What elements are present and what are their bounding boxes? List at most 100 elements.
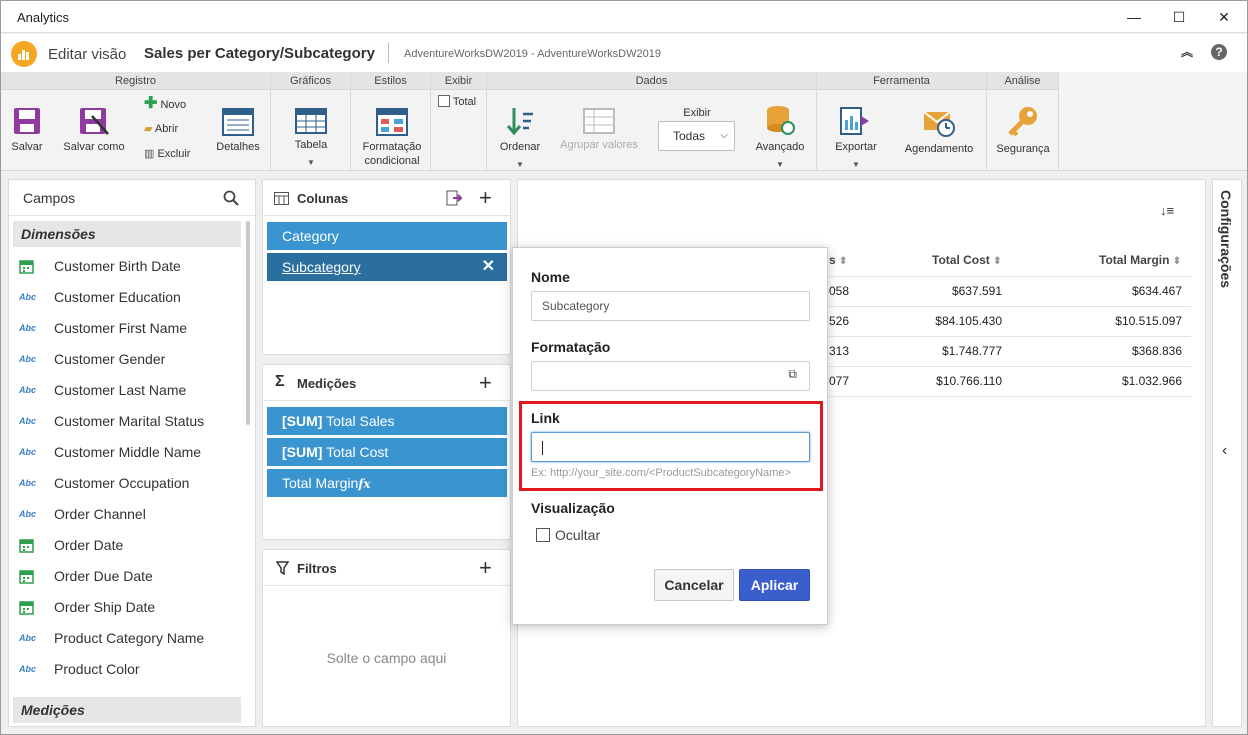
maximize-button[interactable]: ☐	[1156, 1, 1202, 33]
format-input[interactable]: ⧉	[531, 361, 810, 391]
swap-icon[interactable]	[446, 190, 463, 206]
add-measure-icon[interactable]: +	[479, 370, 492, 396]
delete-button[interactable]: ▥ Excluir	[144, 147, 190, 161]
mode-label: Editar visão	[48, 46, 127, 63]
group-estilos: Estilos Formatação condicional	[351, 72, 431, 171]
col-header-total-margin[interactable]: Total Margin ⬍	[1099, 253, 1181, 267]
page-title: Sales per Category/Subcategory	[144, 45, 375, 62]
plus-icon: ✚	[144, 95, 158, 112]
display-label: Exibir	[683, 107, 711, 119]
field-item[interactable]: Abc Customer Gender	[19, 344, 244, 375]
new-button[interactable]: ✚ Novo	[144, 95, 186, 112]
advanced-button[interactable]: Avançado ▼	[749, 104, 811, 172]
field-item[interactable]: Customer Birth Date	[19, 251, 244, 282]
table-cell: $1.032.966	[1121, 374, 1182, 388]
add-filter-icon[interactable]: +	[479, 555, 492, 581]
row-divider	[829, 306, 1191, 307]
remove-icon[interactable]: ✕	[482, 253, 495, 281]
open-button[interactable]: ▰ Abrir	[144, 122, 178, 136]
schedule-button[interactable]: Agendamento	[901, 106, 977, 156]
text-type-icon: Abc	[19, 416, 37, 426]
measure-pill-total-cost[interactable]: [SUM] Total Cost	[267, 438, 507, 466]
conditional-format-button[interactable]: Formatação condicional	[359, 108, 425, 168]
save-as-button[interactable]: Salvar como	[61, 106, 127, 154]
dimensions-header[interactable]: Dimensões	[13, 221, 241, 247]
field-item[interactable]: Abc Customer Marital Status	[19, 406, 244, 437]
field-label: Customer Gender	[54, 351, 166, 367]
field-item[interactable]: Order Ship Date	[19, 592, 244, 623]
cancel-button[interactable]: Cancelar	[654, 569, 734, 601]
field-item[interactable]: Abc Order Channel	[19, 499, 244, 530]
row-divider	[829, 366, 1191, 367]
field-label: Customer Education	[54, 289, 181, 305]
group-registro: Registro Salvar Salvar como ✚ Novo ▰ Abr…	[1, 72, 271, 171]
columns-title: Colunas	[297, 191, 349, 206]
table-button[interactable]: Tabela ▼	[289, 108, 333, 170]
fields-header: Campos	[9, 180, 255, 216]
link-input[interactable]	[531, 432, 810, 462]
name-input[interactable]: Subcategory	[531, 291, 810, 321]
field-item[interactable]: Order Date	[19, 530, 244, 561]
close-button[interactable]: ✕	[1201, 1, 1247, 33]
external-link-icon[interactable]: ⧉	[788, 367, 797, 382]
sort-button[interactable]: Ordenar ▼	[497, 106, 543, 172]
measure-pill-total-margin[interactable]: Total Marginfx	[267, 469, 507, 497]
minimize-button[interactable]: —	[1111, 1, 1157, 33]
help-icon[interactable]: ?	[1211, 44, 1227, 60]
row-divider	[829, 276, 1191, 277]
col-header-sales[interactable]: s ⬍	[829, 253, 847, 267]
field-item[interactable]: Abc Customer First Name	[19, 313, 244, 344]
format-label: Formatação	[531, 339, 611, 355]
row-divider	[829, 336, 1191, 337]
export-button[interactable]: Exportar ▼	[831, 106, 881, 172]
columns-header: Colunas +	[263, 180, 510, 216]
trash-icon: ▥	[144, 148, 155, 160]
search-icon[interactable]	[223, 190, 239, 206]
save-button[interactable]: Salvar	[7, 106, 47, 154]
security-button[interactable]: Segurança	[993, 106, 1053, 156]
field-item[interactable]: Abc Customer Occupation	[19, 468, 244, 499]
scrollbar-thumb[interactable]	[246, 221, 250, 425]
apply-button[interactable]: Aplicar	[739, 569, 810, 601]
display-select[interactable]: Todas ⌵	[658, 121, 735, 151]
table-cell: $84.105.430	[935, 314, 1002, 328]
chevron-left-icon[interactable]: ‹	[1222, 442, 1227, 460]
group-values-button[interactable]: Agrupar valores	[557, 108, 641, 152]
field-item[interactable]: Abc Product Color	[19, 654, 244, 685]
column-pill-subcategory[interactable]: Subcategory ✕	[267, 253, 507, 281]
sort-order-icon[interactable]: ↓≡	[1160, 203, 1174, 218]
measures-header[interactable]: Medições	[13, 697, 241, 723]
field-label: Order Channel	[54, 506, 146, 522]
text-type-icon: Abc	[19, 509, 37, 519]
group-exibir: Exibir Total	[431, 72, 487, 171]
field-item[interactable]: Abc Customer Education	[19, 282, 244, 313]
measure-pill-total-sales[interactable]: [SUM] Total Sales	[267, 407, 507, 435]
text-type-icon: Abc	[19, 354, 37, 364]
group-label: Gráficos	[271, 72, 350, 90]
save-as-icon	[80, 108, 109, 135]
total-checkbox[interactable]: Total	[438, 95, 476, 109]
table-cell: $10.515.097	[1115, 314, 1182, 328]
field-item[interactable]: Abc Product Category Name	[19, 623, 244, 654]
table-icon	[295, 108, 327, 134]
group-label: Ferramenta	[817, 72, 986, 90]
field-item[interactable]: Abc Customer Last Name	[19, 375, 244, 406]
chevron-down-icon: ▼	[852, 160, 860, 169]
folder-icon: ▰	[144, 123, 153, 135]
filters-title: Filtros	[297, 561, 337, 576]
col-header-total-cost[interactable]: Total Cost ⬍	[932, 253, 1002, 267]
link-hint: Ex: http://your_site.com/<ProductSubcate…	[531, 467, 791, 479]
column-pill-category[interactable]: Category	[267, 222, 507, 250]
field-label: Product Category Name	[54, 630, 205, 646]
details-button[interactable]: Detalhes	[213, 108, 263, 154]
settings-tab[interactable]: Configurações	[1218, 190, 1234, 288]
add-column-icon[interactable]: +	[479, 185, 492, 211]
hide-checkbox[interactable]: Ocultar	[536, 527, 600, 543]
chevron-down-icon: ▼	[516, 160, 524, 169]
sort-icon	[506, 108, 533, 136]
measures-title: Medições	[297, 376, 357, 391]
field-item[interactable]: Order Due Date	[19, 561, 244, 592]
field-item[interactable]: Abc Customer Middle Name	[19, 437, 244, 468]
collapse-icon[interactable]: ︽	[1179, 44, 1195, 60]
text-type-icon: Abc	[19, 292, 37, 302]
